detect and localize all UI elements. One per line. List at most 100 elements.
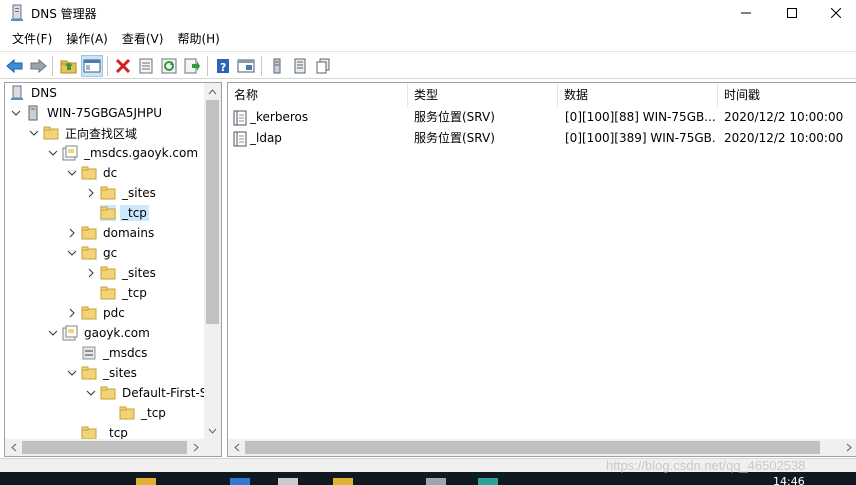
scroll-thumb[interactable] [206,100,219,324]
taskbar-dns-icon[interactable] [478,478,498,485]
record-type: 服务位置(SRV) [414,131,495,145]
taskbar-app-icon[interactable] [278,478,298,485]
tree-vertical-scrollbar[interactable] [204,83,221,439]
menu-help[interactable]: 帮助(H) [170,28,226,50]
record-icon [232,128,250,149]
scroll-right-icon[interactable] [187,439,204,456]
folder-icon [100,265,116,281]
folder-icon [100,185,116,201]
refresh-icon[interactable] [158,55,180,77]
tree-node-site-tcp[interactable]: _tcp [103,403,168,423]
chevron-down-icon[interactable] [84,386,98,400]
scroll-thumb[interactable] [22,441,187,454]
tree-node-pdc[interactable]: pdc [65,303,127,323]
menu-action[interactable]: 操作(A) [59,28,115,50]
taskbar-app-icon[interactable] [426,478,446,485]
dns-app-icon [9,4,25,22]
taskbar: 14:46 [0,472,856,485]
table-row[interactable]: _kerberos 服务位置(SRV) [0][100][88] WIN-75G… [228,107,856,128]
tree-node-server[interactable]: WIN-75GBGA5JHPU [9,103,164,123]
tree-node-dc[interactable]: dc [65,163,119,183]
chevron-right-icon[interactable] [65,306,79,320]
scroll-left-icon[interactable] [228,439,245,456]
table-row[interactable]: _ldap 服务位置(SRV) [0][100][389] WIN-75GB..… [228,128,856,149]
toolbar: ? [0,51,856,79]
scroll-down-icon[interactable] [204,422,221,439]
menu-view[interactable]: 查看(V) [115,28,171,50]
tree-node-forward-zones[interactable]: 正向查找区域 [27,123,139,143]
chevron-down-icon[interactable] [27,126,41,140]
tree-node-dc-sites[interactable]: _sites [84,183,158,203]
column-header-name[interactable]: 名称 [228,83,408,107]
console-view-icon[interactable] [235,55,257,77]
chevron-down-icon[interactable] [46,146,60,160]
show-hide-tree-icon[interactable] [81,55,103,77]
minimize-button[interactable] [723,0,769,26]
forward-icon[interactable] [27,55,49,77]
scroll-thumb[interactable] [245,441,820,454]
taskbar-clock[interactable]: 14:46 [773,475,805,485]
zone-icon [62,145,78,161]
list-horizontal-scrollbar[interactable] [228,439,856,456]
tree-node-domains[interactable]: domains [65,223,156,243]
tree-label: domains [103,226,155,240]
tree-node-default-first-site[interactable]: Default-First-S [84,383,209,403]
close-button[interactable] [813,0,856,26]
export-list-icon[interactable] [181,55,203,77]
chevron-down-icon[interactable] [65,166,79,180]
tree-label: pdc [103,306,125,320]
tree-node-zone-gaoyk[interactable]: gaoyk.com [46,323,152,343]
tree-node-gc-tcp[interactable]: _tcp [84,283,149,303]
console-tree[interactable]: DNS WIN-75GBGA5JHPU 正向查找区域 _msdcs.gaoyk.… [4,82,222,457]
taskbar-explorer-icon[interactable] [136,478,156,485]
tree-node-gaoyk-sites[interactable]: _sites [65,363,139,383]
scroll-right-icon[interactable] [840,439,856,456]
tree-label: gaoyk.com [84,326,150,340]
scroll-left-icon[interactable] [5,439,22,456]
chevron-right-icon[interactable] [84,266,98,280]
tree-node-dns[interactable]: DNS [7,83,59,103]
tree-label: _tcp [122,286,147,300]
list-header: 名称 类型 数据 时间戳 [228,83,856,107]
scroll-up-icon[interactable] [204,83,221,100]
tree-horizontal-scrollbar[interactable] [5,439,221,456]
server-icon[interactable] [266,55,288,77]
tree-label: 正向查找区域 [65,126,138,141]
chevron-down-icon[interactable] [65,366,79,380]
taskbar-app-icon[interactable] [230,478,250,485]
maximize-button[interactable] [769,0,815,26]
menu-file[interactable]: 文件(F) [5,28,59,50]
record-type: 服务位置(SRV) [414,110,495,124]
record-list[interactable]: 名称 类型 数据 时间戳 _kerberos 服务位置(SRV) [0][100… [227,82,856,457]
back-icon[interactable] [4,55,26,77]
tree-node-dc-tcp[interactable]: _tcp [84,203,149,223]
tree-node-gc[interactable]: gc [65,243,119,263]
list-icon[interactable] [289,55,311,77]
taskbar-folder-icon[interactable] [333,478,353,485]
chevron-right-icon[interactable] [84,186,98,200]
chevron-down-icon[interactable] [65,246,79,260]
delete-icon[interactable] [112,55,134,77]
tree-node-gc-sites[interactable]: _sites [84,263,158,283]
folder-icon [81,305,97,321]
folder-icon [43,125,59,141]
folder-icon [81,365,97,381]
column-header-data[interactable]: 数据 [558,83,718,107]
tree-node-msdcs-delegation[interactable]: _msdcs [65,343,149,363]
copy-icon[interactable] [312,55,334,77]
properties-icon[interactable] [135,55,157,77]
folder-icon [100,385,116,401]
chevron-down-icon[interactable] [9,106,23,120]
help-icon[interactable]: ? [212,55,234,77]
dns-icon [9,85,25,101]
tree-label: _msdcs.gaoyk.com [84,146,199,160]
column-header-type[interactable]: 类型 [408,83,558,107]
chevron-right-icon[interactable] [65,226,79,240]
column-header-timestamp[interactable]: 时间戳 [718,83,856,107]
tree-node-zone-msdcs[interactable]: _msdcs.gaoyk.com [46,143,200,163]
chevron-down-icon[interactable] [46,326,60,340]
record-timestamp: 2020/12/2 10:00:00 [724,131,844,145]
tree-label: _tcp [120,205,149,221]
up-folder-icon[interactable] [58,55,80,77]
watermark-text: https://blog.csdn.net/qq_46502538 [606,458,806,473]
